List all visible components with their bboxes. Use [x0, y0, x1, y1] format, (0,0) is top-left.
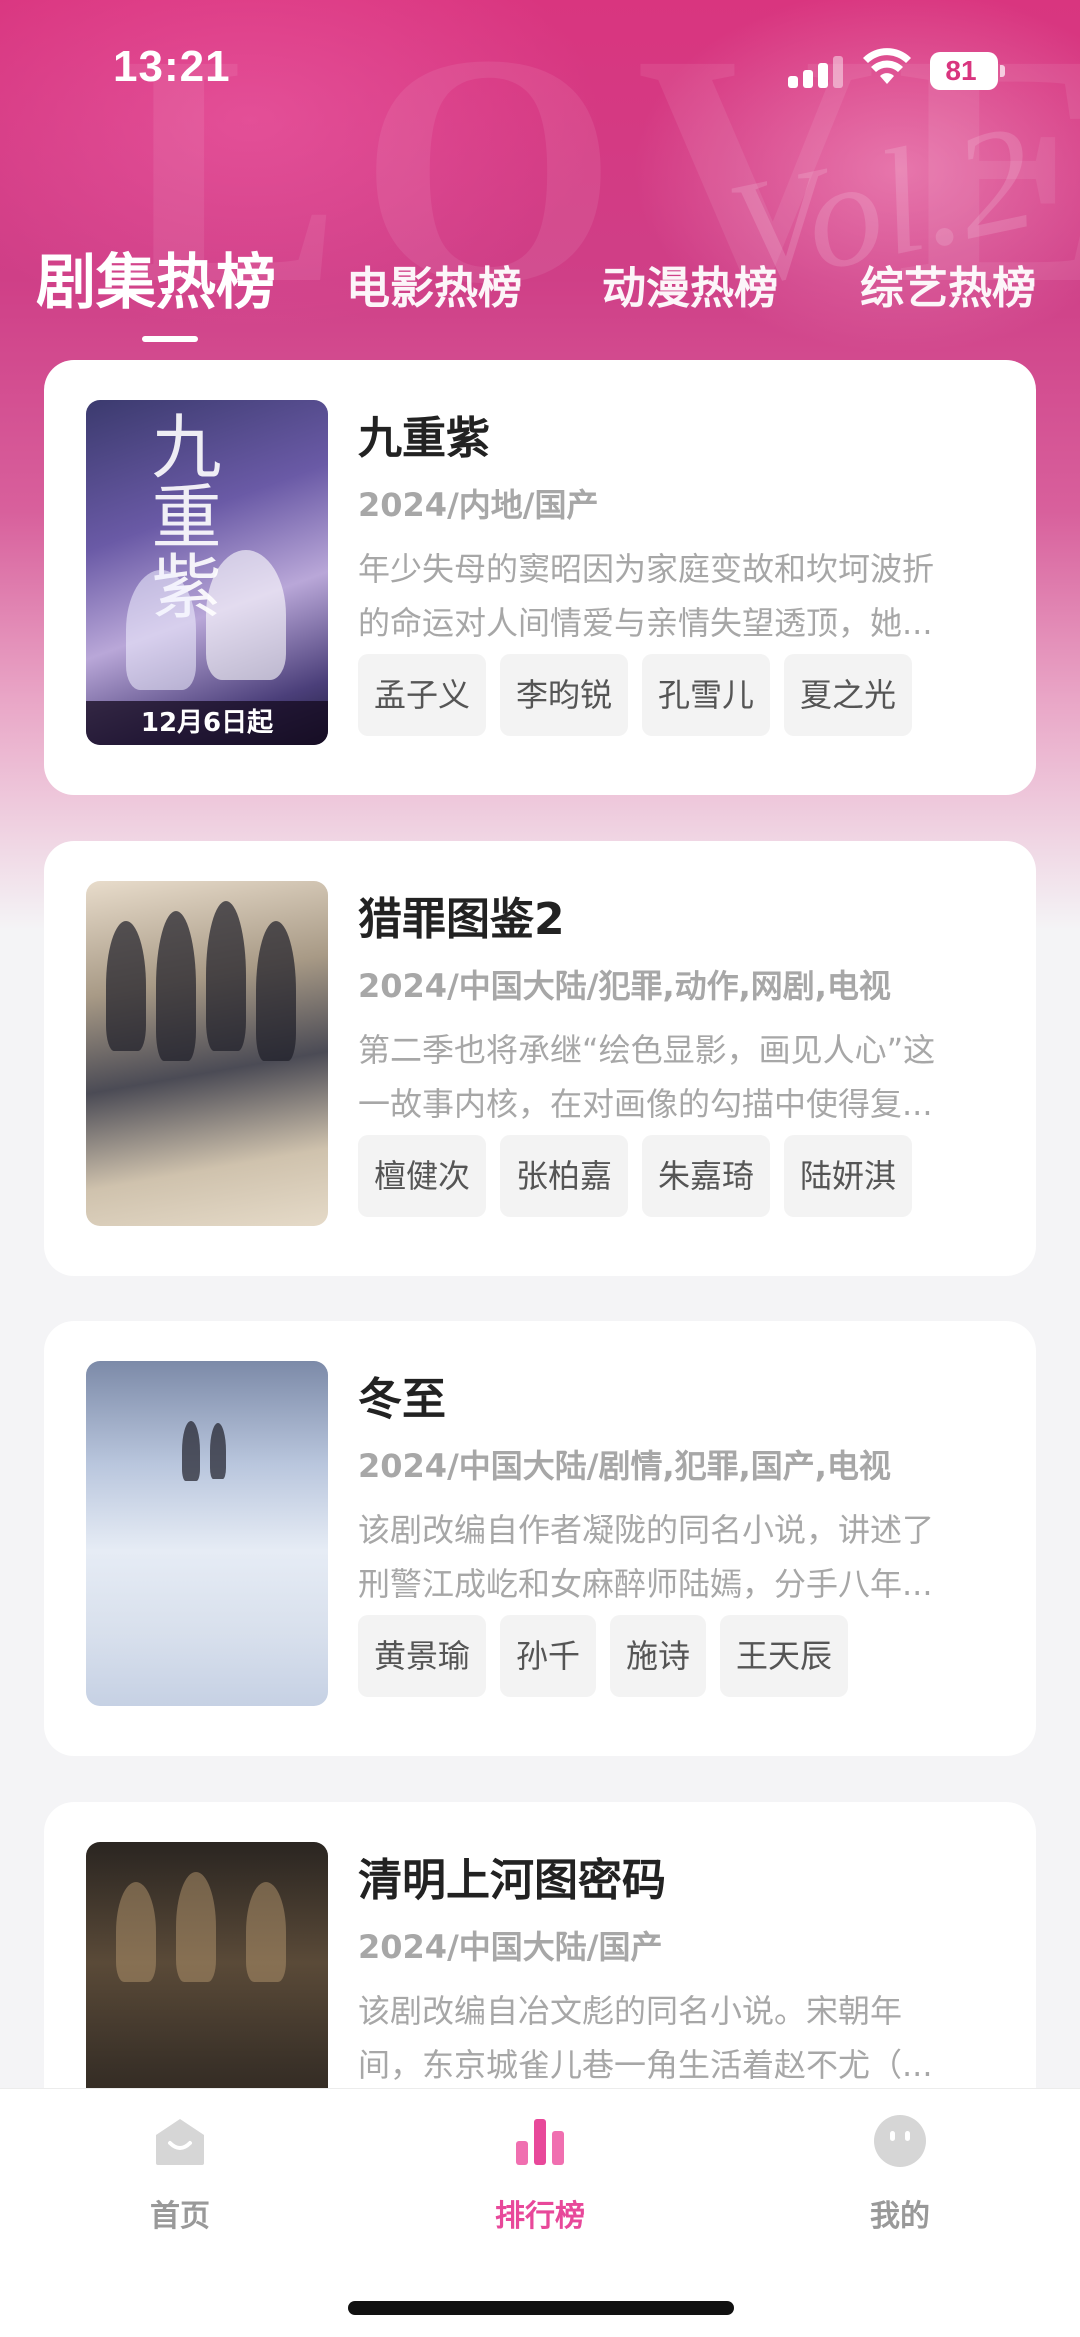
nav-item-home[interactable]: 首页	[80, 2089, 280, 2249]
card-description: 第二季也将承继“绘色显影，画见人心”这 一故事内核，在对画像的勾描中使得复...	[358, 1031, 936, 1123]
poster-image	[86, 1361, 328, 1706]
drama-card[interactable]: 九重紫 12月6日起 九重紫 2024/内地/国产 年少失母的窦昭因为家庭变故和…	[44, 360, 1036, 795]
poster-image: 九重紫 12月6日起	[86, 400, 328, 745]
card-meta: 2024/中国大陆/国产	[358, 1928, 663, 1966]
status-time: 13:21	[113, 42, 231, 91]
poster-release-badge: 12月6日起	[86, 701, 328, 745]
nav-item-profile[interactable]: 我的	[800, 2089, 1000, 2249]
nav-label: 排行榜	[495, 2199, 585, 2234]
drama-card[interactable]: 猎罪图鉴2 2024/中国大陆/犯罪,动作,网剧,电视 第二季也将承继“绘色显影…	[44, 841, 1036, 1276]
smiley-icon	[874, 2115, 926, 2167]
poster-image	[86, 881, 328, 1226]
card-title: 冬至	[358, 1374, 446, 1425]
card-title: 清明上河图密码	[358, 1855, 666, 1906]
cast-tag[interactable]: 黄景瑜	[358, 1615, 487, 1697]
cast-tags: 檀健次 张柏嘉 朱嘉琦 陆妍淇	[358, 1135, 913, 1217]
battery-level: 81	[945, 55, 977, 86]
card-description: 年少失母的窦昭因为家庭变故和坎坷波折 的命运对人间情爱与亲情失望透顶，她...	[358, 550, 935, 642]
nav-item-ranking[interactable]: 排行榜	[440, 2089, 640, 2249]
cast-tag[interactable]: 朱嘉琦	[642, 1135, 771, 1217]
tab-active-indicator	[142, 336, 198, 342]
home-indicator[interactable]	[348, 2301, 734, 2315]
cast-tag[interactable]: 孔雪儿	[642, 654, 771, 736]
status-bar: 13:21 81	[0, 0, 1080, 140]
battery-icon: 81	[930, 52, 1005, 90]
card-title: 九重紫	[358, 413, 490, 464]
nav-label: 首页	[150, 2199, 210, 2234]
cast-tag[interactable]: 孙千	[500, 1615, 597, 1697]
card-meta: 2024/中国大陆/剧情,犯罪,国产,电视	[358, 1447, 891, 1485]
tab-variety[interactable]: 综艺热榜	[860, 252, 1036, 316]
card-meta: 2024/内地/国产	[358, 486, 599, 524]
ranking-tabs: 剧集热榜 电影热榜 动漫热榜 综艺热榜	[0, 230, 1080, 350]
wifi-icon	[863, 48, 911, 84]
cast-tag[interactable]: 张柏嘉	[500, 1135, 629, 1217]
bottom-navigation: 首页 排行榜 我的	[0, 2088, 1080, 2337]
cast-tag[interactable]: 檀健次	[358, 1135, 487, 1217]
cast-tag[interactable]: 夏之光	[784, 654, 913, 736]
nav-label: 我的	[870, 2199, 930, 2234]
card-description: 该剧改编自作者凝陇的同名小说，讲述了 刑警江成屹和女麻醉师陆嫣，分手八年...	[358, 1511, 935, 1603]
signal-icon	[788, 54, 844, 88]
home-icon	[156, 2119, 204, 2165]
cast-tag[interactable]: 李昀锐	[500, 654, 629, 736]
card-description: 该剧改编自冶文彪的同名小说。宋朝年 间，东京城雀儿巷一角生活着赵不尤（...	[358, 1992, 933, 2084]
tab-anime[interactable]: 动漫热榜	[602, 252, 778, 316]
drama-card[interactable]: 冬至 2024/中国大陆/剧情,犯罪,国产,电视 该剧改编自作者凝陇的同名小说，…	[44, 1321, 1036, 1756]
cast-tag[interactable]: 施诗	[610, 1615, 707, 1697]
cast-tags: 孟子义 李昀锐 孔雪儿 夏之光	[358, 654, 913, 736]
screen: LOVE Vol.2 13:21 81 剧集热榜 电影热榜 动漫热榜 综艺热榜	[0, 0, 1080, 2337]
card-title: 猎罪图鉴2	[358, 894, 565, 945]
tab-drama[interactable]: 剧集热榜	[36, 234, 276, 321]
chart-bar-icon	[516, 2119, 564, 2165]
cast-tag[interactable]: 孟子义	[358, 654, 487, 736]
card-meta: 2024/中国大陆/犯罪,动作,网剧,电视	[358, 967, 891, 1005]
cast-tags: 黄景瑜 孙千 施诗 王天辰	[358, 1615, 849, 1697]
cast-tag[interactable]: 陆妍淇	[784, 1135, 913, 1217]
tab-movie[interactable]: 电影热榜	[346, 252, 522, 316]
cast-tag[interactable]: 王天辰	[720, 1615, 849, 1697]
